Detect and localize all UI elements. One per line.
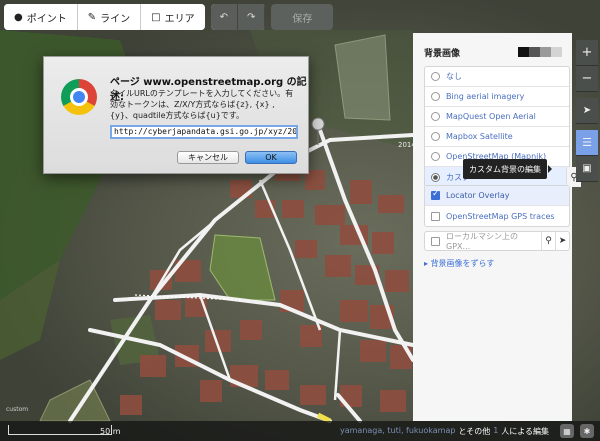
overlay-gps-traces[interactable]: OpenStreetMap GPS traces — [425, 206, 569, 226]
layer-bing[interactable]: Bing aerial imagery — [425, 87, 569, 107]
minus-icon: − — [581, 71, 593, 86]
attribution-others[interactable]: とその他 — [458, 426, 490, 437]
radio-button[interactable] — [431, 112, 440, 121]
overlay-label: Locator Overlay — [446, 191, 510, 200]
dialog-message: タイルURLのテンプレートを入力してください。有効なトークンは、Z/X/Y方式な… — [110, 89, 294, 120]
pane-title: 背景画像 — [424, 49, 461, 59]
radio-button[interactable] — [431, 132, 440, 141]
gpx-label: ローカルマシン上のGPX... — [446, 232, 518, 251]
scale-bar — [8, 425, 112, 435]
custom-edit-tooltip: カスタム背景の編集 — [463, 159, 552, 179]
overlay-locator[interactable]: Locator Overlay — [425, 186, 569, 206]
prompt-dialog: ページ www.openstreetmap.org の記述: タイルURLのテン… — [43, 56, 309, 174]
add-area-label: エリア — [164, 13, 195, 25]
map-controls: + − ➤ ☰ ▣ — [576, 40, 598, 182]
scale-label: 50 m — [100, 427, 121, 436]
background-pane: 背景画像 なし Bing aerial imagery MapQuest Ope… — [413, 33, 581, 421]
ok-button[interactable]: OK — [245, 151, 297, 164]
checkbox[interactable] — [431, 236, 440, 246]
layers-icon: ☰ — [582, 136, 592, 149]
plus-icon: + — [581, 45, 593, 60]
geolocate-button[interactable]: ➤ — [576, 98, 598, 124]
layer-mapquest[interactable]: MapQuest Open Aerial — [425, 107, 569, 127]
add-line-button[interactable]: ✎ ライン — [77, 4, 142, 30]
area-icon: □ — [151, 11, 161, 23]
attribution-users[interactable]: yamanaga, tuti, fukuokamap — [340, 426, 455, 437]
locate-arrow-icon[interactable]: ➤ — [555, 232, 569, 250]
location-arrow-icon: ➤ — [582, 105, 592, 116]
history-group: ↶ ↷ — [210, 4, 266, 30]
checkbox-checked[interactable] — [431, 189, 440, 200]
background-settings-button[interactable]: ☰ — [576, 130, 598, 156]
top-toolbar: ● ポイント ✎ ライン □ エリア ↶ ↷ 保存 — [4, 4, 334, 30]
layer-label: MapQuest Open Aerial — [446, 112, 536, 121]
overlay-label: OpenStreetMap GPS traces — [446, 211, 555, 221]
gpx-actions: ⚲ ➤ — [541, 232, 569, 250]
add-feature-group: ● ポイント ✎ ライン □ エリア — [4, 4, 205, 30]
bug-icon[interactable]: ✱ — [580, 424, 594, 438]
opacity-control[interactable] — [518, 47, 562, 57]
undo-icon: ↶ — [219, 11, 228, 23]
map-corner-tag: custom — [6, 406, 29, 413]
pencil-icon: ✎ — [87, 11, 97, 23]
zoom-in-button[interactable]: + — [576, 40, 598, 66]
overlay-list: Locator Overlay OpenStreetMap GPS traces — [424, 185, 570, 227]
gpx-row[interactable]: ローカルマシン上のGPX... ⚲ ➤ — [424, 231, 570, 251]
radio-button[interactable] — [431, 152, 440, 161]
layer-label: なし — [446, 72, 462, 81]
cancel-button[interactable]: キャンセル — [177, 151, 239, 164]
bookmark-icon: ▣ — [582, 163, 592, 174]
radio-button[interactable] — [431, 72, 440, 81]
zoom-out-button[interactable]: − — [576, 66, 598, 92]
layer-label: Mapbox Satellite — [446, 132, 513, 141]
save-button[interactable]: 保存 — [271, 4, 334, 30]
footer-bar: 50 m yamanaga, tuti, fukuokamap とその他 1 人… — [0, 421, 600, 441]
checkbox[interactable] — [431, 211, 440, 221]
undo-button[interactable]: ↶ — [210, 4, 238, 30]
tile-url-input[interactable]: http://cyberjapandata.gsi.go.jp/xyz/2014… — [110, 125, 298, 139]
layer-none[interactable]: なし — [425, 67, 569, 87]
layer-label: Bing aerial imagery — [446, 92, 525, 101]
attribution-suffix: 人による編集 — [501, 427, 550, 436]
search-icon[interactable]: ⚲ — [541, 232, 555, 250]
radio-button[interactable] — [431, 92, 440, 101]
layer-mapbox[interactable]: Mapbox Satellite — [425, 127, 569, 147]
radio-button-selected[interactable] — [431, 172, 440, 182]
nudge-label: 背景画像をずらす — [430, 259, 495, 268]
map-data-button[interactable]: ▣ — [576, 156, 598, 182]
add-point-label: ポイント — [26, 13, 67, 25]
chrome-logo-icon — [61, 79, 97, 115]
add-point-button[interactable]: ● ポイント — [4, 4, 78, 30]
add-area-button[interactable]: □ エリア — [141, 4, 205, 30]
add-line-label: ライン — [100, 13, 131, 25]
redo-icon: ↷ — [246, 11, 256, 23]
attribution: yamanaga, tuti, fukuokamap とその他 1 人による編集 — [340, 426, 549, 437]
attribution-count: 1 — [493, 426, 499, 435]
nudge-background-link[interactable]: ▸ 背景画像をずらす — [424, 258, 494, 269]
redo-button[interactable]: ↷ — [237, 4, 266, 30]
grid-icon[interactable]: ▦ — [560, 424, 574, 438]
map-pin-icon: ● — [14, 11, 23, 23]
